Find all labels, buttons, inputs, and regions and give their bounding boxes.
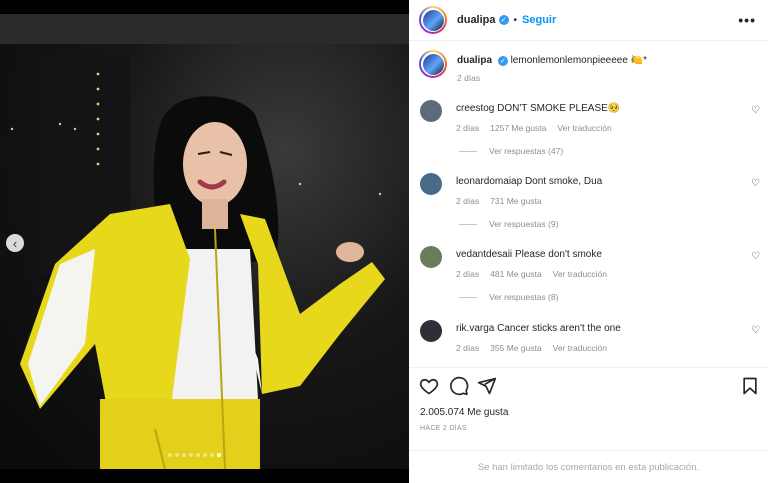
comment-text: Dont smoke, Dua — [524, 176, 603, 187]
translate-link[interactable]: Ver traducción — [553, 343, 607, 353]
view-replies-link[interactable]: Ver respuestas (8) — [459, 292, 558, 302]
verified-badge-icon: ✓ — [498, 15, 509, 25]
comment-avatar[interactable] — [420, 173, 442, 195]
carousel-dot — [168, 453, 172, 457]
action-bar — [409, 367, 768, 403]
post-timestamp: HACE 2 DÍAS — [420, 425, 467, 432]
caption-text: lemonlemonlemonpieeeee 🍋* — [510, 55, 647, 66]
carousel-dot — [182, 453, 186, 457]
view-replies-link[interactable]: Ver respuestas (9) — [459, 219, 558, 229]
comment-text: Please don't smoke — [514, 249, 602, 260]
follow-button[interactable]: Seguir — [522, 14, 556, 26]
comment-icon[interactable] — [449, 376, 469, 396]
small-heart-icon[interactable]: ♡ — [751, 178, 760, 189]
comment-username[interactable]: rik.varga — [456, 323, 494, 334]
more-options-icon[interactable]: ••• — [738, 12, 756, 28]
comment-avatar[interactable] — [420, 100, 442, 122]
carousel-dot — [175, 453, 179, 457]
comment-username[interactable]: vedantdesaii — [456, 249, 512, 260]
carousel-dot — [217, 453, 221, 457]
comment-time: 2 días — [456, 343, 480, 353]
view-replies-link[interactable]: Ver respuestas (47) — [459, 146, 563, 156]
header-separator: • — [513, 14, 518, 26]
small-heart-icon[interactable]: ♡ — [751, 251, 760, 262]
comment-likes[interactable]: 1257 Me gusta — [490, 123, 546, 133]
comment-avatar[interactable] — [420, 246, 442, 268]
caption-avatar[interactable] — [419, 50, 447, 78]
comment-username[interactable]: leonardomaiap — [456, 176, 522, 187]
carousel-prev-button[interactable]: ‹ — [6, 234, 24, 252]
comment-time: 2 días — [456, 269, 480, 279]
post-details-panel: dualipa ✓ • Seguir ••• dualipa ✓ lemonle… — [409, 0, 768, 483]
comment-avatar[interactable] — [420, 320, 442, 342]
like-count[interactable]: 2.005.074 Me gusta — [420, 407, 508, 418]
comment-time: 2 días — [456, 196, 480, 206]
carousel-dots — [168, 453, 221, 457]
heart-icon[interactable] — [419, 376, 439, 396]
photo-subject — [0, 14, 409, 469]
comment-text: Cancer sticks aren't the one — [497, 323, 621, 334]
avatar[interactable] — [419, 6, 447, 34]
small-heart-icon[interactable]: ♡ — [751, 105, 760, 116]
chevron-left-icon: ‹ — [12, 235, 18, 251]
post-header: dualipa ✓ • Seguir ••• — [409, 0, 768, 41]
carousel-dot — [203, 453, 207, 457]
comment-likes[interactable]: 731 Me gusta — [490, 196, 542, 206]
comment-likes[interactable]: 481 Me gusta — [490, 269, 542, 279]
post-caption: dualipa ✓ lemonlemonlemonpieeeee 🍋* 2 dí… — [419, 50, 759, 83]
caption-time: 2 días — [457, 73, 481, 83]
translate-link[interactable]: Ver traducción — [553, 269, 607, 279]
comment-username[interactable]: creestog — [456, 103, 494, 114]
share-icon[interactable] — [477, 376, 497, 396]
small-heart-icon[interactable]: ♡ — [751, 325, 760, 336]
comment-text: DON'T SMOKE PLEASE🥺 — [497, 103, 621, 114]
verified-badge-icon: ✓ — [497, 56, 508, 66]
caption-username[interactable]: dualipa — [457, 55, 492, 66]
carousel-dot — [210, 453, 214, 457]
post-photo[interactable]: ‹ — [0, 0, 409, 483]
comment-time: 2 días — [456, 123, 480, 133]
bookmark-icon[interactable] — [740, 376, 760, 396]
carousel-dot — [196, 453, 200, 457]
carousel-dot — [189, 453, 193, 457]
comments-limited-notice: Se han limitado los comentarios en esta … — [409, 450, 768, 483]
translate-link[interactable]: Ver traducción — [557, 123, 611, 133]
author-username[interactable]: dualipa — [457, 14, 496, 26]
comment-likes[interactable]: 355 Me gusta — [490, 343, 542, 353]
